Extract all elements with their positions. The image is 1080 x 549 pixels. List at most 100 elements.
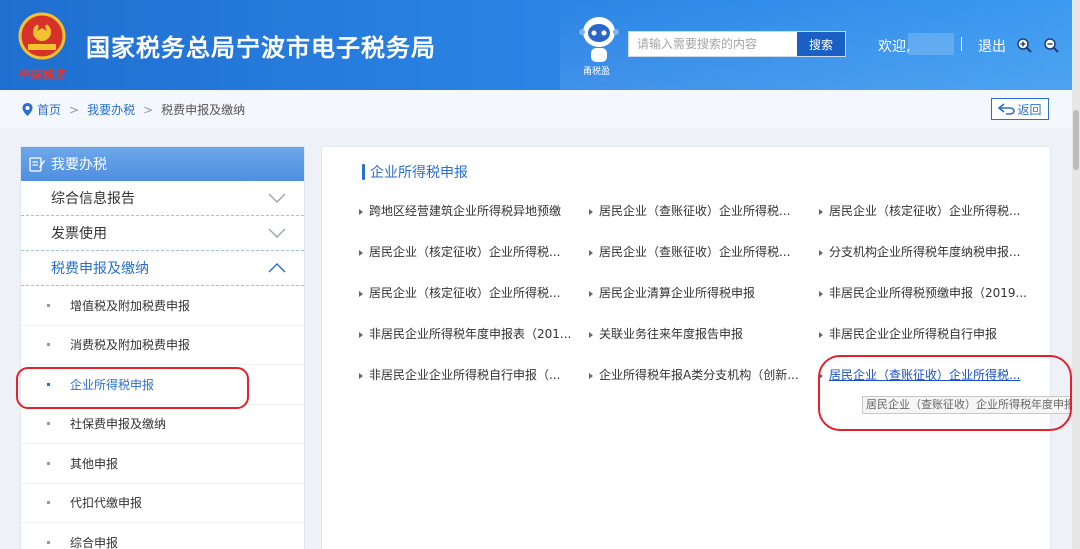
link-text: 居民企业（查账征收）企业所得税... [599,204,791,218]
robot-assistant-icon[interactable] [578,12,620,66]
triangle-bullet-icon [589,290,593,297]
bullet [47,461,50,465]
link-text: 居民企业（查账征收）企业所得税... [599,245,791,259]
triangle-bullet-icon [359,290,363,297]
zoom-in-icon[interactable] [1016,37,1032,53]
filing-link[interactable]: 非居民企业企业所得税自行申报 [819,325,1037,342]
divider [961,37,962,51]
sub-item-label: 其他申报 [70,456,119,471]
link-text: 居民企业（核定征收）企业所得税... [829,204,1021,218]
link-text: 企业所得税年报A类分支机构（创新... [599,368,799,382]
sub-item-label: 综合申报 [70,535,119,549]
triangle-bullet-icon [589,372,593,379]
filing-link[interactable]: 居民企业（核定征收）企业所得税... [819,202,1037,219]
link-text: 居民企业清算企业所得税申报 [599,286,756,300]
filing-link[interactable]: 非居民企业企业所得税自行申报（... [359,366,577,383]
annotation-circle-sidebar [16,367,249,409]
menu-label: 发票使用 [51,226,107,242]
logout-link[interactable]: 退出 [978,36,1006,56]
chevron-down-icon [268,228,286,238]
menu-label: 税费申报及缴纳 [51,261,149,277]
filing-link[interactable]: 居民企业（查账征收）企业所得税... [589,243,807,260]
breadcrumb-current: 税费申报及缴纳 [161,103,246,117]
link-text: 非居民企业所得税预缴申报（2019... [829,286,1027,300]
bullet [47,303,50,307]
welcome-text: 欢迎, [878,39,911,55]
username-mask [908,33,954,55]
filing-link[interactable]: 居民企业（查账征收）企业所得税... [589,202,807,219]
breadcrumb-level1[interactable]: 我要办税 [87,101,135,118]
sidebar-header: 我要办税 [21,147,304,181]
breadcrumb: 首页 > 我要办税 > 税费申报及缴纳 [22,101,245,118]
robot-label: 甬税盈 [583,67,611,77]
link-text: 非居民企业企业所得税自行申报 [829,327,998,341]
link-text: 分支机构企业所得税年度纳税申报... [829,245,1021,259]
section-title-text: 企业所得税申报 [370,165,468,181]
site-title: 国家税务总局宁波市电子税务局 [86,34,436,62]
filing-link[interactable]: 非居民企业所得税年度申报表（201... [359,325,577,342]
triangle-bullet-icon [819,331,823,338]
sidebar-item-other-filing[interactable]: 其他申报 [21,444,304,484]
sidebar-menu-invoice[interactable]: 发票使用 [21,216,304,251]
chevron-up-icon [268,263,286,273]
triangle-bullet-icon [359,249,363,256]
sidebar-menu-info-report[interactable]: 综合信息报告 [21,181,304,216]
sub-item-label: 增值税及附加税费申报 [70,298,191,313]
filing-link[interactable]: 企业所得税年报A类分支机构（创新... [589,366,807,383]
search-input[interactable] [629,32,799,56]
bullet [47,343,50,347]
sidebar-item-comprehensive[interactable]: 综合申报 [21,523,304,549]
sidebar-item-vat[interactable]: 增值税及附加税费申报 [21,286,304,326]
sidebar: 我要办税 综合信息报告 发票使用 税费申报及缴纳 增值税及附加税费申报 消费税及… [20,146,305,549]
triangle-bullet-icon [819,290,823,297]
zoom-out-icon[interactable] [1043,37,1059,53]
filing-link[interactable]: 分支机构企业所得税年度纳税申报... [819,243,1037,260]
back-button[interactable]: 返回 [991,98,1049,120]
site-header: 中国税务 国家税务总局宁波市电子税务局 甬税盈 搜索 欢迎, 退出 [0,0,1080,90]
filing-link[interactable]: 居民企业（核定征收）企业所得税... [359,284,577,301]
filing-link[interactable]: 居民企业清算企业所得税申报 [589,284,807,301]
page-scrollbar[interactable] [1072,0,1080,549]
breadcrumb-home[interactable]: 首页 [37,101,61,118]
location-pin-icon [22,103,33,116]
section-title: 企业所得税申报 [362,162,468,182]
filing-link[interactable]: 居民企业（核定征收）企业所得税... [359,243,577,260]
sub-item-label: 代扣代缴申报 [70,496,143,511]
sidebar-menu-tax-filing[interactable]: 税费申报及缴纳 [21,251,304,286]
breadcrumb-separator: > [143,102,154,117]
triangle-bullet-icon [819,249,823,256]
search-button[interactable]: 搜索 [797,32,845,56]
triangle-bullet-icon [589,249,593,256]
sidebar-item-social-security[interactable]: 社保费申报及缴纳 [21,405,304,444]
link-text: 居民企业（核定征收）企业所得税... [369,286,561,300]
edit-note-icon [29,157,45,172]
link-text: 跨地区经营建筑企业所得税异地预缴 [369,204,562,218]
sidebar-title: 我要办税 [51,157,107,173]
link-text: 非居民企业企业所得税自行申报（... [369,368,561,382]
filing-link[interactable]: 非居民企业所得税预缴申报（2019... [819,284,1037,301]
triangle-bullet-icon [589,208,593,215]
triangle-bullet-icon [589,331,593,338]
chevron-down-icon [268,193,286,203]
triangle-bullet-icon [359,331,363,338]
link-text: 非居民企业所得税年度申报表（201... [369,327,572,341]
tax-emblem-icon [18,12,66,60]
filing-link[interactable]: 关联业务往来年度报告申报 [589,325,807,342]
scrollbar-thumb[interactable] [1073,110,1079,170]
breadcrumb-bar: 首页 > 我要办税 > 税费申报及缴纳 [0,90,1080,128]
search-box: 搜索 [628,31,846,57]
triangle-bullet-icon [359,208,363,215]
link-text: 关联业务往来年度报告申报 [599,327,744,341]
bullet [47,422,50,426]
breadcrumb-separator: > [69,102,80,117]
title-accent-bar [362,164,365,180]
triangle-bullet-icon [359,372,363,379]
annotation-circle-link [818,355,1072,431]
sub-item-label: 消费税及附加税费申报 [70,338,191,353]
filing-link[interactable]: 跨地区经营建筑企业所得税异地预缴 [359,202,577,219]
sidebar-item-withholding[interactable]: 代扣代缴申报 [21,484,304,523]
bullet [47,501,50,505]
sidebar-item-consumption-tax[interactable]: 消费税及附加税费申报 [21,326,304,365]
menu-label: 综合信息报告 [51,191,135,207]
back-label: 返回 [1017,102,1042,117]
